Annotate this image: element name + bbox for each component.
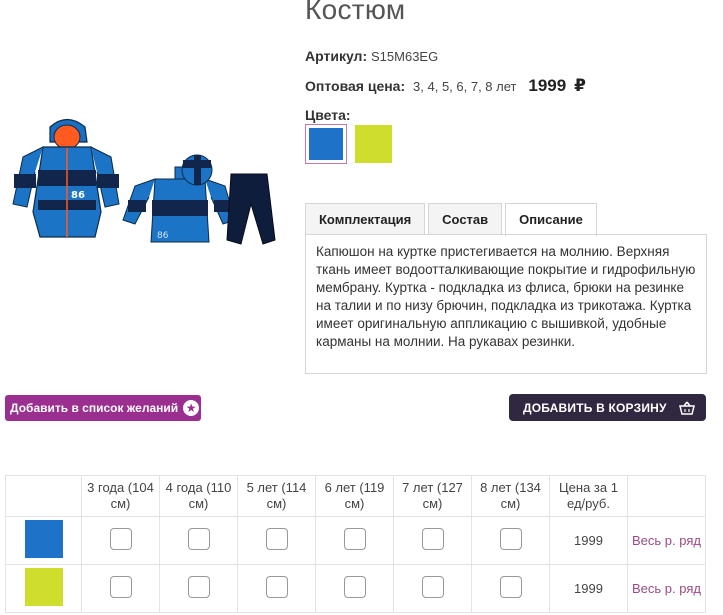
size-checkbox[interactable] (343, 528, 366, 550)
tab-composition[interactable]: Состав (428, 203, 503, 234)
page-title: Костюм (305, 0, 406, 25)
row-color-cell (5, 564, 82, 613)
basket-icon (678, 401, 695, 415)
size-checkbox[interactable] (421, 528, 444, 550)
header-cell-size: 8 лет (134 см) (471, 475, 550, 517)
size-cell (471, 564, 550, 613)
row-color-cell (5, 516, 82, 565)
available-sizes: 3, 4, 5, 6, 7, 8 лет (413, 79, 517, 94)
currency-symbol: ₽ (574, 76, 586, 95)
header-cell-size: 4 года (110 см) (159, 475, 238, 517)
table-row: 1999 Весь р. ряд (5, 564, 706, 613)
size-checkbox[interactable] (187, 528, 210, 550)
add-to-cart-button[interactable]: ДОБАВИТЬ В КОРЗИНУ (509, 394, 706, 421)
sweater-illustration: 86 (122, 166, 236, 243)
select-all-sizes-link[interactable]: Весь р. ряд (627, 516, 706, 565)
row-price: 1999 (549, 564, 628, 613)
swatch-fill (355, 125, 392, 163)
size-checkbox[interactable] (499, 528, 522, 550)
hat-illustration (181, 154, 213, 186)
product-image: 86 86 (12, 118, 276, 245)
star-icon: ★ (183, 400, 200, 416)
jacket-badge: 86 (71, 190, 85, 201)
add-to-wishlist-button[interactable]: Добавить в список желаний ★ (5, 395, 201, 421)
cart-label: ДОБАВИТЬ В КОРЗИНУ (523, 400, 667, 415)
jacket-illustration: 86 (12, 118, 120, 238)
table-row: 1999 Весь р. ряд (5, 516, 706, 565)
size-checkbox[interactable] (421, 576, 444, 598)
header-cell-size: 5 лет (114 см) (237, 475, 316, 517)
product-tabs: Комплектация Состав Описание (305, 203, 600, 236)
size-cell (81, 564, 160, 613)
size-checkbox[interactable] (187, 576, 210, 598)
size-cell (237, 516, 316, 565)
header-cell-price: Цена за 1 ед/руб. (549, 475, 628, 517)
size-cell (159, 564, 238, 613)
color-swatch-lime[interactable] (355, 125, 392, 163)
sweater-badge: 86 (157, 231, 169, 241)
table-header-row: 3 года (104 см) 4 года (110 см) 5 лет (1… (5, 475, 706, 517)
size-checkbox[interactable] (109, 576, 132, 598)
color-swatch-blue[interactable] (305, 124, 347, 164)
size-cell (471, 516, 550, 565)
size-cell (393, 564, 472, 613)
size-checkbox[interactable] (109, 528, 132, 550)
colors-label: Цвета: (305, 107, 351, 123)
size-checkbox[interactable] (499, 576, 522, 598)
row-color-swatch (24, 520, 63, 558)
sku-row: Артикул: S15M63EG (305, 48, 438, 64)
size-cell (315, 516, 394, 565)
header-cell-size: 3 года (104 см) (81, 475, 160, 517)
row-color-swatch (24, 568, 63, 606)
tab-kit[interactable]: Комплектация (305, 203, 426, 234)
price-label: Оптовая цена: (305, 78, 406, 94)
size-checkbox[interactable] (343, 576, 366, 598)
tab-description[interactable]: Описание (505, 203, 597, 236)
select-all-sizes-link[interactable]: Весь р. ряд (627, 564, 706, 613)
size-cell (159, 516, 238, 565)
header-cell-color (5, 475, 82, 517)
swatch-fill (309, 128, 343, 160)
size-cell (393, 516, 472, 565)
size-checkbox[interactable] (265, 576, 288, 598)
header-cell-size: 7 лет (127 см) (393, 475, 472, 517)
size-cell (81, 516, 160, 565)
size-order-table: 3 года (104 см) 4 года (110 см) 5 лет (1… (5, 475, 706, 613)
description-panel: Капюшон на куртке пристегивается на молн… (305, 234, 707, 374)
header-cell-action (627, 475, 706, 517)
sku-value: S15M63EG (371, 49, 439, 64)
header-cell-size: 6 лет (119 см) (315, 475, 394, 517)
price-value: 1999 (528, 76, 567, 95)
price-row: Оптовая цена: 3, 4, 5, 6, 7, 8 лет 1999 … (305, 76, 586, 96)
row-price: 1999 (549, 516, 628, 565)
size-checkbox[interactable] (265, 528, 288, 550)
pants-illustration (226, 173, 276, 245)
size-cell (237, 564, 316, 613)
wishlist-label: Добавить в список желаний (10, 401, 179, 415)
sku-label: Артикул: (305, 48, 368, 64)
size-cell (315, 564, 394, 613)
